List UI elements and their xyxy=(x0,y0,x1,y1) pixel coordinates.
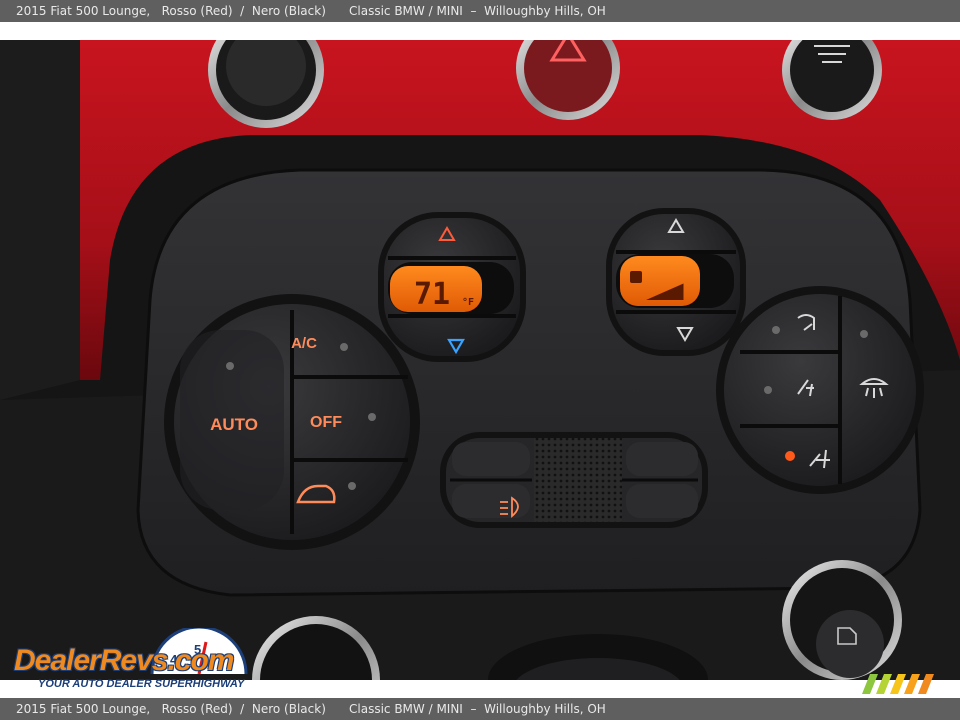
vehicle-caption-bottom: 2015 Fiat 500 Lounge, Rosso (Red) / Nero… xyxy=(16,702,326,716)
power-outlet[interactable] xyxy=(782,560,902,680)
right-climate-knob xyxy=(716,286,924,494)
watermark-brand: DealerRevs.com xyxy=(14,644,234,677)
bottom-right-switch[interactable] xyxy=(626,484,698,518)
fan-speed-display xyxy=(616,254,734,308)
face-mode-indicator xyxy=(764,386,772,394)
steering-shadow xyxy=(0,40,80,400)
vehicle-caption: 2015 Fiat 500 Lounge, Rosso (Red) / Nero… xyxy=(16,4,326,18)
photo: AUTO A/C OFF 71 °F xyxy=(0,40,960,680)
floor-mode-indicator-active xyxy=(785,451,795,461)
caption-bar-top: 2015 Fiat 500 Lounge, Rosso (Red) / Nero… xyxy=(0,0,960,22)
dealer-caption: Classic BMW / MINI – Willoughby Hills, O… xyxy=(349,4,606,18)
temperature-unit: °F xyxy=(462,297,474,308)
speaker-grille xyxy=(534,438,622,522)
off-label: OFF xyxy=(310,414,342,431)
windshield-floor-indicator xyxy=(772,326,780,334)
fog-light-switch[interactable] xyxy=(452,484,530,518)
caption-bar-bottom: 2015 Fiat 500 Lounge, Rosso (Red) / Nero… xyxy=(0,698,960,720)
white-strip-top xyxy=(0,22,960,40)
ac-indicator xyxy=(340,343,348,351)
stripes-logo-icon xyxy=(862,674,934,694)
top-right-switch[interactable] xyxy=(626,442,698,476)
fan-icon xyxy=(630,271,642,283)
top-left-switch[interactable] xyxy=(452,442,530,476)
auto-indicator xyxy=(226,362,234,370)
ac-label: A/C xyxy=(291,335,317,352)
dealer-caption-bottom: Classic BMW / MINI – Willoughby Hills, O… xyxy=(349,702,606,716)
watermark-tagline: YOUR AUTO DEALER SUPERHIGHWAY xyxy=(38,678,245,690)
recirculation-indicator xyxy=(348,482,356,490)
auto-button[interactable]: AUTO xyxy=(180,330,284,510)
off-indicator xyxy=(368,413,376,421)
climate-control-photo: AUTO A/C OFF 71 °F xyxy=(0,40,960,680)
dealerrevs-watermark: 4 5 6 DealerRevs.com YOUR AUTO DEALER SU… xyxy=(12,628,272,692)
temperature-value: 71 xyxy=(414,277,450,312)
front-defrost-indicator xyxy=(860,330,868,338)
auto-label: AUTO xyxy=(210,415,258,434)
temperature-display: 71 °F xyxy=(388,262,514,314)
